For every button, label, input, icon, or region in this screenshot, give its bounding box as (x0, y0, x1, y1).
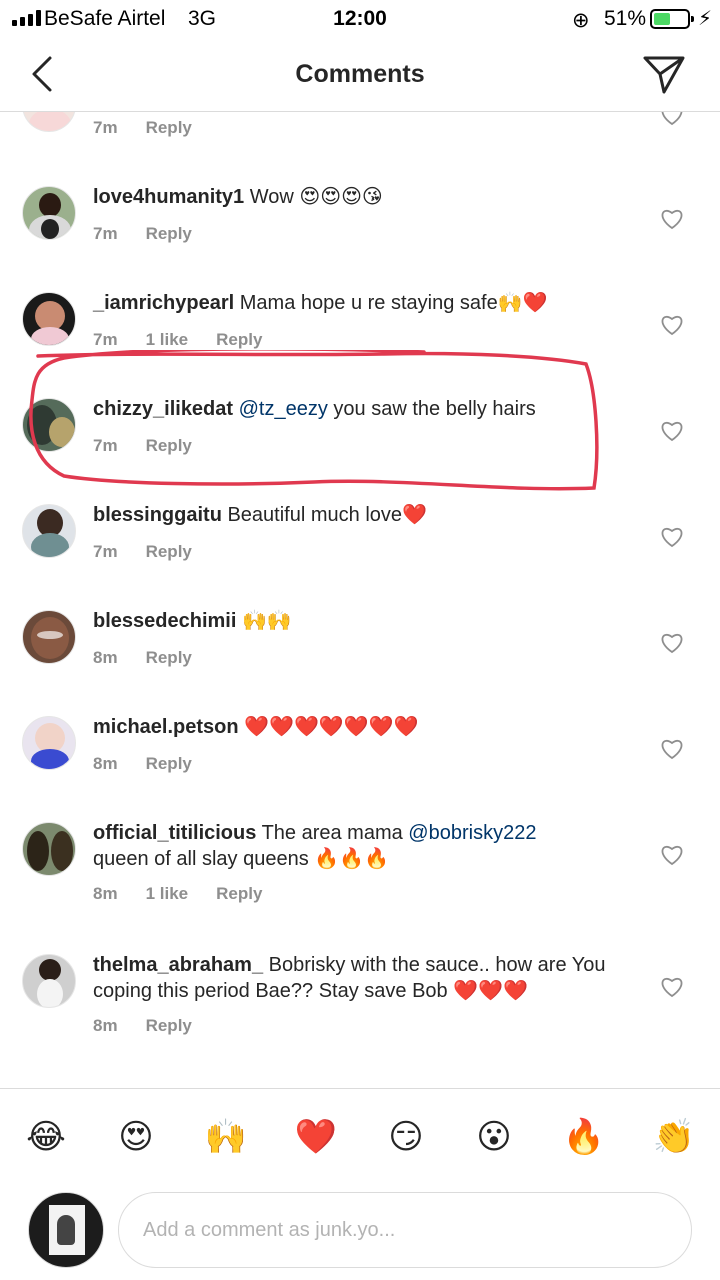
like-heart-icon[interactable] (660, 844, 684, 866)
comment-meta: 7m 1 like Reply (93, 330, 290, 350)
comment-time: 8m (93, 754, 118, 773)
comment-list[interactable]: 7m Reply love4humanity1 Wow 😍😍😍😘 7m Repl… (0, 112, 720, 1088)
comment-username[interactable]: michael.petson (93, 716, 239, 738)
comment-body: ❤️❤️❤️❤️❤️❤️❤️ (244, 716, 419, 738)
comment-username[interactable]: love4humanity1 (93, 186, 244, 208)
comment-meta: 7m Reply (93, 436, 220, 456)
like-heart-icon[interactable] (660, 420, 684, 442)
comment-body: Wow 😍😍😍😘 (249, 186, 383, 208)
comment-time: 8m (93, 884, 118, 903)
reply-button[interactable]: Reply (146, 542, 192, 562)
comment-text: thelma_abraham_ Bobrisky with the sauce.… (93, 952, 623, 1004)
comment-username[interactable]: _iamrichypearl (93, 292, 234, 314)
comment-time: 7m (93, 542, 118, 561)
comment-username[interactable]: thelma_abraham_ (93, 954, 263, 976)
reply-button[interactable]: Reply (146, 224, 192, 244)
comment-time: 8m (93, 1016, 118, 1035)
avatar[interactable] (22, 716, 76, 770)
avatar[interactable] (22, 112, 76, 132)
reply-button[interactable]: Reply (216, 884, 262, 904)
comment-username[interactable]: blessinggaitu (93, 504, 222, 526)
comment-username[interactable]: chizzy_ilikedat (93, 398, 233, 420)
comment-composer (0, 1184, 720, 1280)
comment-body: The area mama (261, 822, 403, 844)
emoji-open-mouth-button[interactable]: 😮 (470, 1113, 518, 1161)
comment-time: 8m (93, 648, 118, 667)
like-count[interactable]: 1 like (146, 884, 189, 904)
comment-time: 7m (93, 330, 118, 349)
rotation-lock-icon: ⊕ (572, 9, 590, 32)
like-heart-icon[interactable] (660, 526, 684, 548)
emoji-fire-button[interactable]: 🔥 (560, 1113, 608, 1161)
comment-body: 🙌🙌 (241, 610, 292, 632)
battery-percent: 51% (604, 7, 647, 30)
reply-button[interactable]: Reply (216, 330, 262, 350)
comment-text: blessedechimii 🙌🙌 (93, 608, 633, 634)
my-avatar[interactable] (28, 1192, 104, 1268)
comment-text: chizzy_ilikedat @tz_eezy you saw the bel… (93, 396, 633, 422)
highlight-annotation (29, 350, 599, 491)
battery-icon (650, 9, 694, 29)
comment-body: you saw the belly hairs (333, 398, 536, 420)
comment-meta: 8m Reply (93, 648, 220, 668)
like-heart-icon[interactable] (660, 208, 684, 230)
emoji-smirk-button[interactable]: 😏 (382, 1113, 430, 1161)
comment-text: official_titilicious The area mama @bobr… (93, 820, 633, 872)
comment-meta: 8m Reply (93, 1016, 220, 1036)
mention-link[interactable]: @tz_eezy (239, 398, 328, 420)
avatar[interactable] (22, 292, 76, 346)
comment-meta: 8m Reply (93, 754, 220, 774)
emoji-joy-button[interactable]: 😂 (22, 1113, 70, 1161)
comment-body-line2: queen of all slay queens 🔥🔥🔥 (93, 848, 389, 870)
comment-meta: 7m Reply (93, 224, 220, 244)
avatar[interactable] (22, 398, 76, 452)
emoji-raised-hands-button[interactable]: 🙌 (202, 1113, 250, 1161)
avatar[interactable] (22, 954, 76, 1008)
comment-text: blessinggaitu Beautiful much love❤️ (93, 502, 633, 528)
comment-time: 7m (93, 436, 118, 455)
comment-meta: 8m 1 like Reply (93, 884, 290, 904)
mention-link[interactable]: @bobrisky222 (408, 822, 536, 844)
comment-meta: 7m Reply (93, 542, 220, 562)
header: Comments (0, 40, 720, 112)
comment-username[interactable]: official_titilicious (93, 822, 256, 844)
reply-button[interactable]: Reply (146, 754, 192, 774)
emoji-red-heart-button[interactable]: ❤️ (292, 1113, 340, 1161)
avatar[interactable] (22, 610, 76, 664)
comment-time: 7m (93, 224, 118, 243)
like-heart-icon[interactable] (660, 976, 684, 998)
reply-button[interactable]: Reply (146, 118, 192, 138)
avatar[interactable] (22, 186, 76, 240)
status-bar: BeSafe Airtel 3G 12:00 ⊕ 51% ⚡ (0, 0, 720, 40)
comment-time: 7m (93, 118, 118, 137)
battery-level (654, 13, 671, 25)
comment-text: love4humanity1 Wow 😍😍😍😘 (93, 184, 633, 210)
page-title: Comments (295, 60, 425, 88)
like-heart-icon[interactable] (660, 314, 684, 336)
reply-button[interactable]: Reply (146, 1016, 192, 1036)
like-heart-icon[interactable] (660, 738, 684, 760)
like-heart-icon[interactable] (660, 112, 684, 126)
emoji-heart-eyes-button[interactable]: 😍 (112, 1113, 160, 1161)
avatar[interactable] (22, 822, 76, 876)
comment-input[interactable] (118, 1192, 692, 1268)
like-heart-icon[interactable] (660, 632, 684, 654)
avatar[interactable] (22, 504, 76, 558)
comment-body: Mama hope u re staying safe🙌❤️ (239, 292, 548, 314)
comment-meta: 7m Reply (93, 118, 220, 138)
comment-text: michael.petson ❤️❤️❤️❤️❤️❤️❤️ (93, 714, 633, 740)
reply-button[interactable]: Reply (146, 648, 192, 668)
emoji-quick-bar: 😂 😍 🙌 ❤️ 😏 😮 🔥 👏 (0, 1088, 720, 1184)
charging-icon: ⚡ (698, 8, 713, 30)
comment-text: _iamrichypearl Mama hope u re staying sa… (93, 290, 633, 316)
like-count[interactable]: 1 like (146, 330, 189, 350)
comment-body: Beautiful much love❤️ (227, 504, 427, 526)
send-paper-plane-icon[interactable] (642, 52, 686, 96)
comment-username[interactable]: blessedechimii (93, 610, 236, 632)
emoji-clap-button[interactable]: 👏 (650, 1113, 698, 1161)
reply-button[interactable]: Reply (146, 436, 192, 456)
